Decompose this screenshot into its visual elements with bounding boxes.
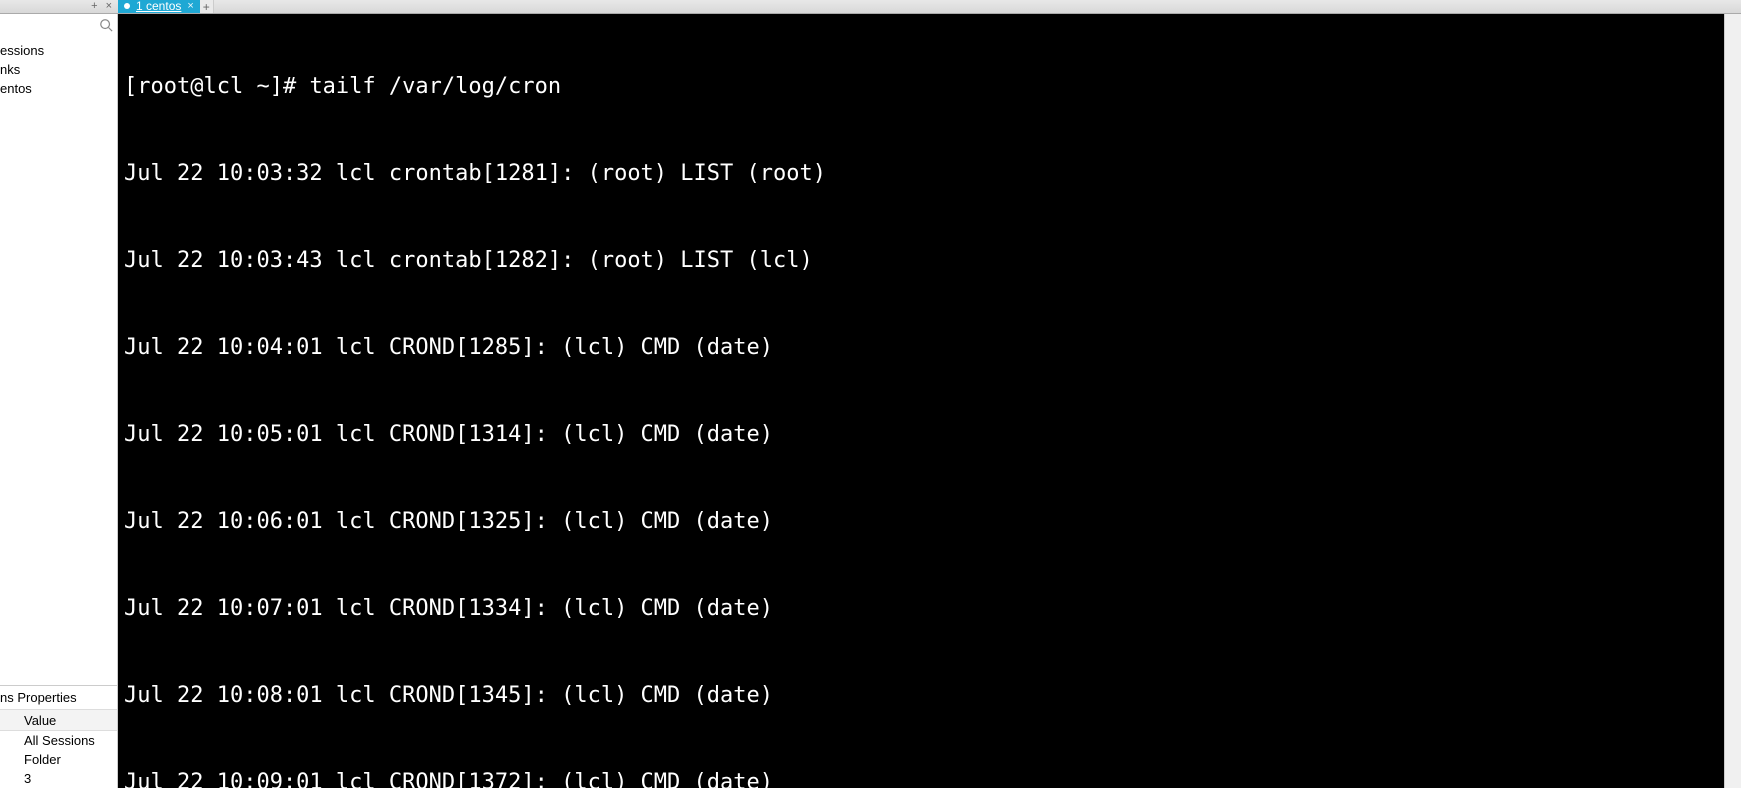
terminal-output-line: Jul 22 10:03:32 lcl crontab[1281]: (root…: [124, 159, 1718, 188]
terminal-output-line: Jul 22 10:06:01 lcl CROND[1325]: (lcl) C…: [124, 507, 1718, 536]
terminal-output-line: Jul 22 10:08:01 lcl CROND[1345]: (lcl) C…: [124, 681, 1718, 710]
properties-header: ns Properties: [0, 685, 117, 709]
tree-item-centos[interactable]: entos: [0, 79, 117, 98]
terminal-prompt-line: [root@lcl ~]# tailf /var/log/cron: [124, 72, 1718, 101]
sidebar-spacer: [0, 98, 117, 685]
tab-status-dot-icon: [124, 3, 130, 9]
sidebar-search-row: [0, 14, 117, 41]
tab-label: 1 centos: [136, 0, 181, 13]
terminal-output-line: Jul 22 10:04:01 lcl CROND[1285]: (lcl) C…: [124, 333, 1718, 362]
session-tree: essions nks entos: [0, 41, 117, 98]
plus-icon[interactable]: +: [91, 1, 97, 12]
terminal-prompt: [root@lcl ~]#: [124, 74, 309, 99]
plus-icon: +: [203, 0, 210, 14]
properties-row: 3: [0, 769, 117, 788]
properties-row: Folder: [0, 750, 117, 769]
properties-column-value: Value: [24, 713, 56, 728]
vertical-scrollbar[interactable]: [1724, 14, 1741, 788]
terminal-command: tailf /var/log/cron: [309, 74, 561, 99]
search-icon[interactable]: [99, 18, 113, 35]
properties-columns: Value: [0, 709, 117, 731]
terminal-output-line: Jul 22 10:03:43 lcl crontab[1282]: (root…: [124, 246, 1718, 275]
terminal-output-line: Jul 22 10:09:01 lcl CROND[1372]: (lcl) C…: [124, 768, 1718, 788]
tab-bar: + × 1 centos × +: [0, 0, 1741, 14]
new-tab-button[interactable]: +: [200, 0, 214, 13]
main-area: essions nks entos ns Properties Value Al…: [0, 14, 1741, 788]
sidebar: essions nks entos ns Properties Value Al…: [0, 14, 118, 788]
tab-centos[interactable]: 1 centos ×: [118, 0, 200, 13]
tab-close-icon[interactable]: ×: [187, 0, 193, 12]
terminal-output-line: Jul 22 10:07:01 lcl CROND[1334]: (lcl) C…: [124, 594, 1718, 623]
tree-item-links[interactable]: nks: [0, 60, 117, 79]
properties-row: All Sessions: [0, 731, 117, 750]
tree-item-sessions[interactable]: essions: [0, 41, 117, 60]
tab-bar-left: + ×: [0, 0, 118, 13]
terminal-output-line: Jul 22 10:05:01 lcl CROND[1314]: (lcl) C…: [124, 420, 1718, 449]
close-icon[interactable]: ×: [106, 1, 112, 12]
terminal[interactable]: [root@lcl ~]# tailf /var/log/cron Jul 22…: [118, 14, 1724, 788]
